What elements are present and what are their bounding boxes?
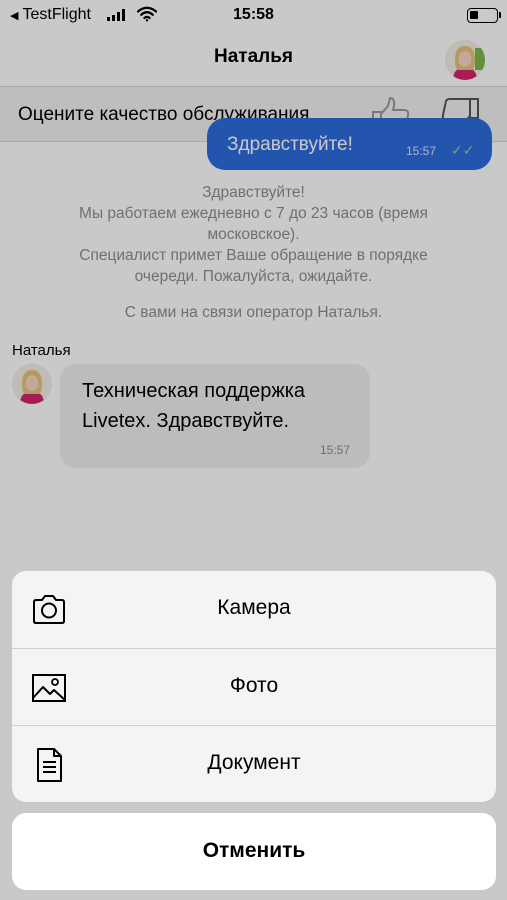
attachment-action-sheet: Камера Фото Документ <box>12 571 496 802</box>
action-label: Камера <box>217 596 291 619</box>
chat-screen: ◀ TestFlight 15:58 Наталья Оцените качес… <box>0 0 507 900</box>
action-photo[interactable]: Фото <box>12 648 496 725</box>
action-document[interactable]: Документ <box>12 725 496 802</box>
cancel-button[interactable]: Отменить <box>12 813 496 890</box>
cancel-button-label: Отменить <box>202 839 306 862</box>
action-label: Фото <box>229 674 279 697</box>
action-label: Документ <box>207 751 301 774</box>
action-camera[interactable]: Камера <box>12 571 496 648</box>
